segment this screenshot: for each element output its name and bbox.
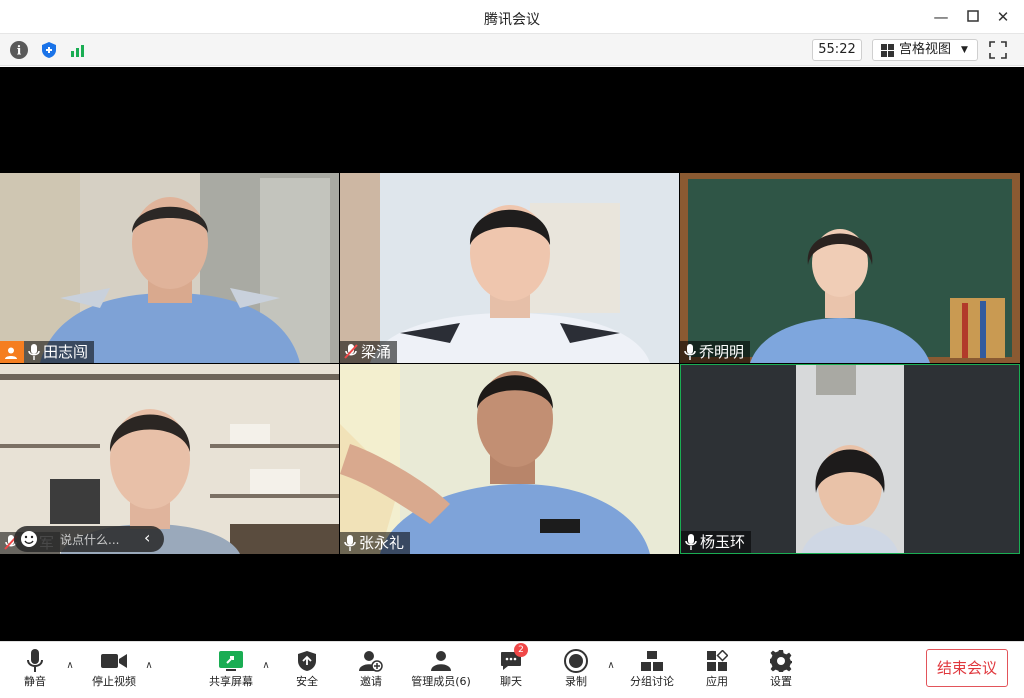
share-screen-icon bbox=[219, 651, 243, 671]
fullscreen-icon[interactable] bbox=[988, 40, 1008, 60]
breakout-label: 分组讨论 bbox=[630, 675, 674, 688]
participant-video bbox=[340, 173, 679, 363]
mic-icon bbox=[344, 535, 356, 551]
info-icon[interactable]: i bbox=[10, 41, 28, 59]
record-button[interactable]: 录制 bbox=[557, 647, 595, 695]
apps-icon bbox=[707, 650, 728, 671]
share-screen-label: 共享屏幕 bbox=[209, 675, 253, 688]
participant-name: 张永礼 bbox=[359, 534, 405, 552]
invite-label: 邀请 bbox=[360, 675, 382, 688]
meeting-timer: 55:22 bbox=[812, 39, 862, 61]
video-tile[interactable]: 乔明明 bbox=[680, 173, 1020, 363]
grid-view-icon bbox=[881, 44, 894, 57]
manage-members-label: 管理成员(6) bbox=[411, 675, 471, 688]
breakout-icon bbox=[641, 651, 663, 671]
mic-icon bbox=[28, 344, 40, 360]
participant-nametag: 乔明明 bbox=[680, 341, 751, 363]
svg-text:i: i bbox=[17, 44, 22, 58]
view-mode-dropdown[interactable]: 宫格视图 ▼ bbox=[872, 39, 978, 61]
record-options-caret[interactable]: ∧ bbox=[605, 660, 617, 672]
breakout-rooms-button[interactable]: 分组讨论 bbox=[626, 647, 678, 695]
participant-video bbox=[340, 364, 679, 554]
video-options-caret[interactable]: ∧ bbox=[143, 660, 155, 672]
video-tile[interactable]: 张永礼 bbox=[340, 364, 679, 554]
end-meeting-button[interactable]: 结束会议 bbox=[926, 649, 1008, 687]
video-tile[interactable]: 军 说点什么... ‹ bbox=[0, 364, 339, 554]
security-button[interactable]: 安全 bbox=[288, 647, 326, 695]
participant-name: 乔明明 bbox=[699, 343, 745, 361]
mic-icon bbox=[684, 344, 696, 360]
participant-name: 田志闯 bbox=[43, 343, 89, 361]
collapse-icon[interactable]: ‹ bbox=[144, 528, 150, 547]
participant-video bbox=[0, 173, 339, 363]
minimize-icon[interactable]: — bbox=[930, 6, 952, 28]
microphone-icon bbox=[27, 649, 43, 672]
video-tile[interactable]: 梁涌 bbox=[340, 173, 679, 363]
participant-name: 杨玉环 bbox=[700, 533, 746, 551]
emoji-icon[interactable] bbox=[20, 530, 38, 548]
participant-nametag: 杨玉环 bbox=[681, 531, 752, 553]
meeting-toolbar: 静音 ∧ 停止视频 ∧ 共享屏幕 ∧ 安全 邀请 管理成员(6) 2 聊天 录制… bbox=[0, 641, 1024, 698]
participant-video bbox=[796, 365, 904, 553]
close-icon[interactable]: ✕ bbox=[992, 6, 1014, 28]
record-label: 录制 bbox=[565, 675, 587, 688]
chat-button[interactable]: 2 聊天 bbox=[492, 643, 530, 695]
mute-options-caret[interactable]: ∧ bbox=[64, 660, 76, 672]
participant-name: 梁涌 bbox=[361, 343, 392, 361]
camera-icon bbox=[101, 654, 127, 668]
members-icon bbox=[431, 651, 451, 671]
apps-label: 应用 bbox=[706, 675, 728, 688]
participant-video bbox=[680, 173, 1020, 363]
video-tile[interactable]: 田志闯 bbox=[0, 173, 339, 363]
participant-nametag: 田志闯 bbox=[0, 341, 95, 363]
stop-video-button[interactable]: 停止视频 bbox=[88, 647, 140, 695]
video-grid: 田志闯 梁涌 乔明明 说点什么... ‹ 张永礼 杨玉环 bbox=[0, 67, 1024, 641]
settings-label: 设置 bbox=[770, 675, 792, 688]
gear-icon bbox=[770, 650, 792, 672]
share-options-caret[interactable]: ∧ bbox=[260, 660, 272, 672]
participant-nametag: 张永礼 bbox=[340, 532, 411, 554]
stop-video-label: 停止视频 bbox=[92, 675, 136, 688]
maximize-icon[interactable] bbox=[962, 6, 984, 28]
security-shield-icon bbox=[298, 651, 316, 671]
invite-button[interactable]: 邀请 bbox=[352, 647, 390, 695]
manage-members-button[interactable]: 管理成员(6) bbox=[408, 647, 474, 695]
host-icon bbox=[0, 341, 24, 363]
view-mode-label: 宫格视图 bbox=[899, 42, 952, 57]
window-title: 腾讯会议 bbox=[484, 12, 540, 28]
security-label: 安全 bbox=[296, 675, 318, 688]
invite-icon bbox=[359, 651, 383, 672]
chat-label: 聊天 bbox=[500, 675, 522, 688]
record-icon bbox=[564, 649, 588, 673]
title-bar: 腾讯会议 — ✕ bbox=[0, 0, 1024, 34]
chat-input-placeholder[interactable]: 说点什么... bbox=[60, 531, 119, 548]
video-tile-active[interactable]: 杨玉环 bbox=[680, 364, 1020, 554]
participant-nametag: 梁涌 bbox=[340, 341, 398, 363]
quick-chat-bubble[interactable]: 说点什么... ‹ bbox=[14, 526, 164, 552]
mute-label: 静音 bbox=[24, 675, 46, 688]
meeting-status-bar: i 55:22 宫格视图 ▼ bbox=[0, 34, 1024, 66]
mic-icon bbox=[685, 534, 697, 550]
shield-icon[interactable] bbox=[40, 41, 58, 59]
settings-button[interactable]: 设置 bbox=[762, 647, 800, 695]
signal-icon[interactable] bbox=[68, 41, 86, 59]
mute-button[interactable]: 静音 bbox=[16, 647, 54, 695]
chevron-down-icon: ▼ bbox=[961, 45, 968, 55]
share-screen-button[interactable]: 共享屏幕 bbox=[205, 647, 257, 695]
apps-button[interactable]: 应用 bbox=[698, 647, 736, 695]
mic-muted-icon bbox=[344, 344, 358, 359]
chat-unread-badge: 2 bbox=[514, 643, 528, 657]
